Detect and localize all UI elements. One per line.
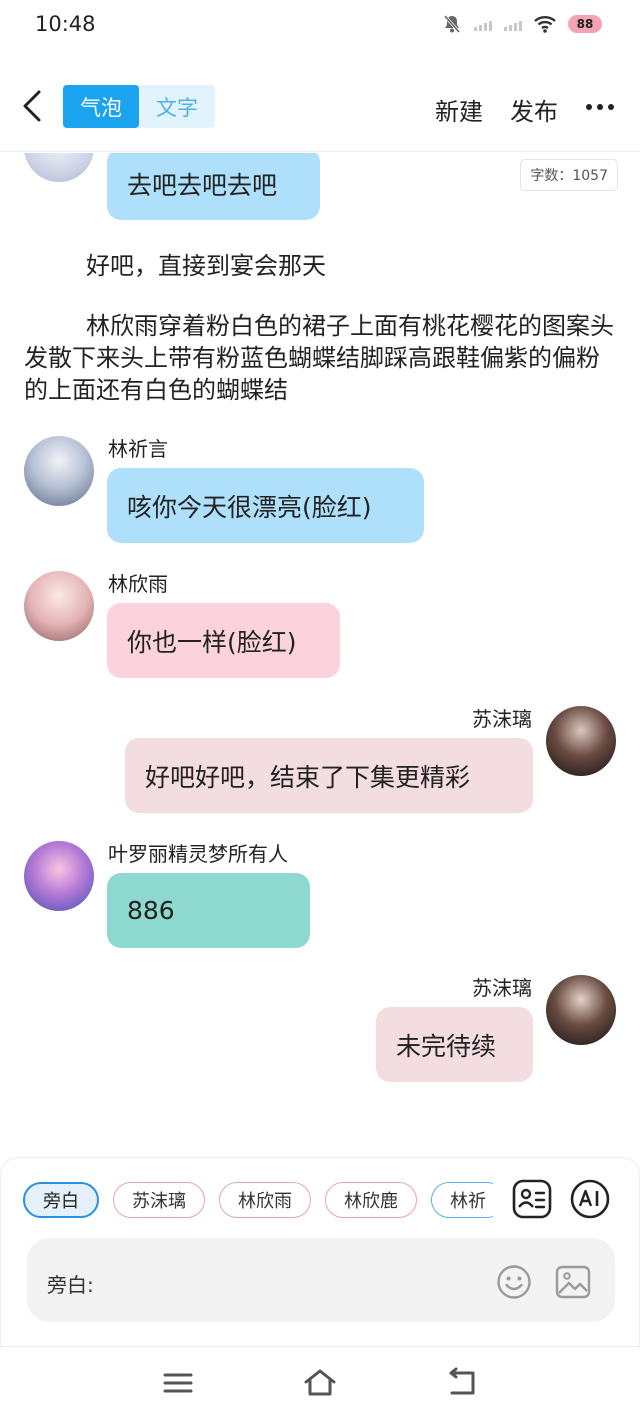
new-button[interactable]: 新建 [435,92,483,127]
emoji-icon[interactable] [496,1264,532,1300]
home-icon[interactable] [302,1367,338,1399]
message-bubble[interactable]: 去吧去吧去吧 [107,153,320,220]
ai-icon[interactable] [569,1178,611,1220]
image-icon[interactable] [554,1264,592,1300]
system-nav-bar [0,1347,640,1422]
chip-character[interactable]: 林欣雨 [219,1182,311,1218]
back-arrow-icon[interactable] [18,88,48,124]
narration-text[interactable]: 林欣雨穿着粉白色的裙子上面有桃花樱花的图案头发散下来头上带有粉蓝色蝴蝶结脚踩高跟… [24,310,620,406]
avatar[interactable] [24,841,94,911]
signal-icon [504,17,522,31]
chip-character[interactable]: 林祈 [431,1182,493,1218]
input-label: 旁白: [47,1273,94,1297]
signal-icon [474,17,492,31]
top-bar: 气泡 文字 新建 发布 [0,60,640,152]
narration-text[interactable]: 好吧，直接到宴会那天 [24,250,620,282]
chip-narration[interactable]: 旁白 [23,1182,99,1218]
avatar[interactable] [24,571,94,641]
character-name: 林欣雨 [108,572,168,596]
tab-bubble[interactable]: 气泡 [63,85,139,128]
status-time: 10:48 [35,12,96,36]
more-options-button[interactable] [586,104,614,110]
wifi-icon [534,16,556,33]
message-bubble[interactable]: 你也一样(脸红) [107,603,340,678]
narration-input[interactable]: 旁白: [27,1238,615,1322]
mode-switch: 气泡 文字 [63,85,215,128]
status-bar: 10:48 88 [0,0,640,52]
character-card-icon[interactable] [511,1178,553,1220]
avatar[interactable] [24,436,94,506]
battery-icon: 88 [568,15,602,33]
status-icons: 88 [442,14,602,34]
composer-panel: 旁白 苏沫璃 林欣雨 林欣鹿 林祈 旁白: [0,1157,640,1347]
message-bubble[interactable]: 886 [107,873,310,948]
mute-bell-icon [443,15,461,33]
publish-button[interactable]: 发布 [510,92,558,127]
character-name: 叶罗丽精灵梦所有人 [108,842,288,866]
message-bubble[interactable]: 未完待续 [376,1007,533,1082]
chip-character[interactable]: 苏沫璃 [113,1182,205,1218]
avatar[interactable] [546,706,616,776]
message-bubble[interactable]: 好吧好吧，结束了下集更精彩 [125,738,533,813]
avatar[interactable] [24,153,94,182]
back-icon[interactable] [444,1367,480,1399]
message-bubble[interactable]: 咳你今天很漂亮(脸红) [107,468,424,543]
word-count-badge: 字数：1057 [520,159,618,191]
chat-content[interactable]: 去吧去吧去吧 字数：1057 好吧，直接到宴会那天 林欣雨穿着粉白色的裙子上面有… [0,153,640,1155]
character-chips: 旁白 苏沫璃 林欣雨 林欣鹿 林祈 [23,1182,493,1222]
character-name: 林祈言 [108,437,168,461]
character-name: 苏沫璃 [472,976,532,1000]
avatar[interactable] [546,975,616,1045]
chip-character[interactable]: 林欣鹿 [325,1182,417,1218]
menu-icon[interactable] [160,1367,196,1399]
character-name: 苏沫璃 [472,707,532,731]
tab-text[interactable]: 文字 [139,85,215,128]
